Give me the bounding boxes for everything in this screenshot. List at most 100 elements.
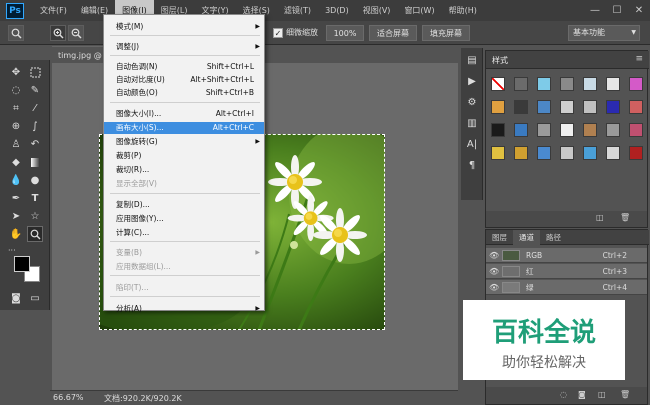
- image-menu-item[interactable]: 图像大小(I)... Alt+Ctrl+I: [104, 108, 264, 120]
- foreground-color-swatch[interactable]: [14, 256, 30, 272]
- zoom-out-icon[interactable]: [68, 25, 84, 41]
- style-swatch[interactable]: [583, 77, 597, 91]
- zoom-tool-preset-icon[interactable]: [8, 25, 24, 41]
- lasso-tool-icon[interactable]: ◌: [8, 82, 24, 98]
- zoom-in-icon[interactable]: [50, 25, 66, 41]
- style-swatch[interactable]: [629, 123, 643, 137]
- delete-style-icon[interactable]: 🗑: [620, 213, 630, 222]
- image-menu-item[interactable]: 图像旋转(G) ▶: [104, 136, 264, 148]
- image-menu-item[interactable]: 复制(D)...: [104, 199, 264, 211]
- style-swatch[interactable]: [560, 100, 574, 114]
- workspace-select[interactable]: 基本功能 ▼: [568, 25, 640, 41]
- style-swatch[interactable]: [606, 77, 620, 91]
- load-selection-icon[interactable]: ◌: [560, 390, 567, 399]
- minimize-button[interactable]: —: [584, 0, 606, 21]
- menu-view[interactable]: 视图(V): [356, 0, 398, 21]
- fill-screen-button[interactable]: 填充屏幕: [422, 25, 470, 41]
- zoom-tool-icon[interactable]: [27, 226, 43, 242]
- style-swatch[interactable]: [537, 100, 551, 114]
- image-menu-item[interactable]: 裁切(R)...: [104, 164, 264, 176]
- quick-select-tool-icon[interactable]: ✎: [27, 82, 43, 98]
- style-swatch[interactable]: [583, 123, 597, 137]
- blur-tool-icon[interactable]: 💧: [8, 172, 24, 188]
- style-swatch[interactable]: [491, 123, 505, 137]
- channel-row-rgb[interactable]: 👁 RGB Ctrl+2: [486, 248, 647, 263]
- eraser-tool-icon[interactable]: ◆: [8, 154, 24, 170]
- clone-stamp-tool-icon[interactable]: ♙: [8, 136, 24, 152]
- channel-row-red[interactable]: 👁 红 Ctrl+3: [486, 264, 647, 279]
- style-swatch[interactable]: [491, 146, 505, 160]
- image-menu-item[interactable]: 模式(M) ▶: [104, 21, 264, 33]
- image-menu-item[interactable]: 自动对比度(U) Alt+Shift+Ctrl+L: [104, 74, 264, 86]
- pen-tool-icon[interactable]: ✒: [8, 190, 24, 206]
- tab-paths[interactable]: 路径: [540, 230, 567, 245]
- zoom-level[interactable]: 66.67%: [53, 393, 84, 402]
- move-tool-icon[interactable]: ✥: [8, 64, 24, 80]
- image-menu-item[interactable]: 分析(A) ▶: [104, 303, 264, 315]
- style-swatch[interactable]: [629, 146, 643, 160]
- image-menu-item[interactable]: 调整(J) ▶: [104, 41, 264, 53]
- image-menu-item[interactable]: 应用图像(Y)...: [104, 213, 264, 225]
- style-swatch[interactable]: [629, 100, 643, 114]
- style-swatch[interactable]: [537, 146, 551, 160]
- maximize-button[interactable]: ☐: [606, 0, 628, 21]
- visibility-eye-icon[interactable]: 👁: [489, 264, 499, 279]
- delete-channel-icon[interactable]: 🗑: [620, 390, 630, 399]
- history-panel-icon[interactable]: ▤: [463, 51, 481, 69]
- visibility-eye-icon[interactable]: 👁: [489, 248, 499, 263]
- visibility-eye-icon[interactable]: 👁: [489, 280, 499, 295]
- path-select-tool-icon[interactable]: ➤: [8, 208, 24, 224]
- style-swatch[interactable]: [629, 77, 643, 91]
- style-swatch[interactable]: [606, 100, 620, 114]
- image-menu-item[interactable]: 裁剪(P): [104, 150, 264, 162]
- style-swatch[interactable]: [560, 123, 574, 137]
- menu-help[interactable]: 帮助(H): [442, 0, 484, 21]
- libraries-panel-icon[interactable]: ▥: [463, 114, 481, 132]
- brush-tool-icon[interactable]: ∫: [27, 118, 43, 134]
- style-swatch[interactable]: [514, 146, 528, 160]
- new-style-icon[interactable]: ◫: [596, 213, 604, 222]
- style-swatch[interactable]: [537, 123, 551, 137]
- style-swatch[interactable]: [560, 77, 574, 91]
- style-swatch[interactable]: [583, 100, 597, 114]
- tab-channels[interactable]: 通道: [513, 230, 540, 245]
- hand-tool-icon[interactable]: ✋: [8, 226, 24, 242]
- style-swatch[interactable]: [537, 77, 551, 91]
- document-tab[interactable]: timg.jpg @ 6: [52, 46, 104, 63]
- tab-layers[interactable]: 图层: [486, 230, 513, 245]
- style-swatch[interactable]: [583, 146, 597, 160]
- crop-tool-icon[interactable]: ⌗: [8, 100, 24, 116]
- screen-mode-icon[interactable]: ▭: [27, 290, 43, 306]
- style-swatch[interactable]: [514, 100, 528, 114]
- quick-mask-icon[interactable]: ◙: [8, 290, 24, 306]
- image-menu-item[interactable]: 计算(C)...: [104, 227, 264, 239]
- paragraph-panel-icon[interactable]: ¶: [463, 156, 481, 174]
- edit-toolbar-icon[interactable]: ···: [8, 246, 16, 255]
- dodge-tool-icon[interactable]: ●: [27, 172, 43, 188]
- menu-file[interactable]: 文件(F): [33, 0, 74, 21]
- tab-styles[interactable]: 样式: [492, 55, 508, 66]
- menu-3d[interactable]: 3D(D): [318, 0, 356, 21]
- menu-filter[interactable]: 滤镜(T): [277, 0, 318, 21]
- style-swatch[interactable]: [491, 100, 505, 114]
- style-swatch[interactable]: [560, 146, 574, 160]
- type-tool-icon[interactable]: T: [27, 190, 43, 206]
- image-menu-item[interactable]: 自动色调(N) Shift+Ctrl+L: [104, 61, 264, 73]
- marquee-tool-icon[interactable]: [27, 64, 43, 80]
- character-panel-icon[interactable]: A|: [463, 135, 481, 153]
- new-channel-icon[interactable]: ◫: [598, 390, 606, 399]
- eyedropper-tool-icon[interactable]: ⁄: [27, 100, 43, 116]
- actions-panel-icon[interactable]: ▶: [463, 72, 481, 90]
- history-brush-tool-icon[interactable]: ↶: [27, 136, 43, 152]
- zoom-100-button[interactable]: 100%: [326, 25, 364, 41]
- style-swatch[interactable]: [491, 77, 505, 91]
- healing-brush-tool-icon[interactable]: ⊕: [8, 118, 24, 134]
- panel-menu-icon[interactable]: ≡: [635, 54, 643, 64]
- style-swatch[interactable]: [606, 123, 620, 137]
- save-selection-icon[interactable]: ◙: [578, 390, 586, 399]
- close-button[interactable]: ✕: [628, 0, 650, 21]
- style-swatch[interactable]: [514, 77, 528, 91]
- channel-row-green[interactable]: 👁 绿 Ctrl+4: [486, 280, 647, 295]
- style-swatch[interactable]: [606, 146, 620, 160]
- scrubby-zoom-checkbox[interactable]: ✓: [273, 28, 283, 38]
